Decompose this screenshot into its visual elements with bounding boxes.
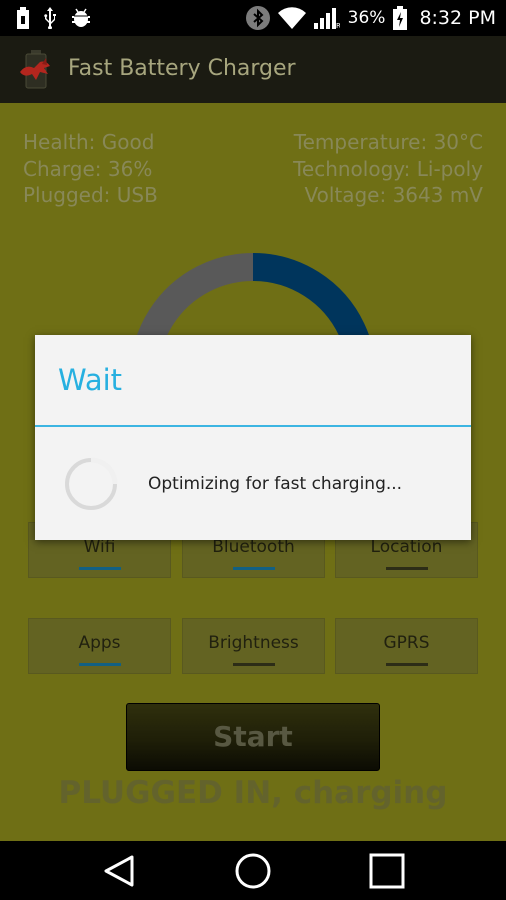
usb-icon xyxy=(44,7,56,29)
dialog-message: Optimizing for fast charging... xyxy=(148,474,403,494)
wait-dialog: Wait Optimizing for fast charging... xyxy=(35,335,471,540)
dialog-title: Wait xyxy=(58,363,123,397)
svg-text:R: R xyxy=(336,22,340,29)
signal-icon: R xyxy=(313,8,340,29)
battery-charging-icon xyxy=(393,6,408,30)
navigation-bar xyxy=(0,841,506,900)
app-logo-icon xyxy=(20,50,50,89)
back-icon[interactable] xyxy=(100,851,140,891)
bluetooth-icon xyxy=(245,6,270,30)
app-bar: Fast Battery Charger xyxy=(0,36,506,103)
battery-percent: 36% xyxy=(347,8,386,28)
status-time: 8:32 PM xyxy=(419,7,496,29)
recents-icon[interactable] xyxy=(367,851,407,891)
home-icon[interactable] xyxy=(233,851,273,891)
app-title: Fast Battery Charger xyxy=(68,56,296,81)
wifi-icon xyxy=(277,7,306,29)
usb-battery-icon xyxy=(17,7,29,29)
dialog-divider xyxy=(35,425,471,427)
status-bar: R 36% 8:32 PM xyxy=(0,0,506,36)
loading-spinner-icon xyxy=(65,457,118,510)
android-debug-icon xyxy=(72,8,90,27)
